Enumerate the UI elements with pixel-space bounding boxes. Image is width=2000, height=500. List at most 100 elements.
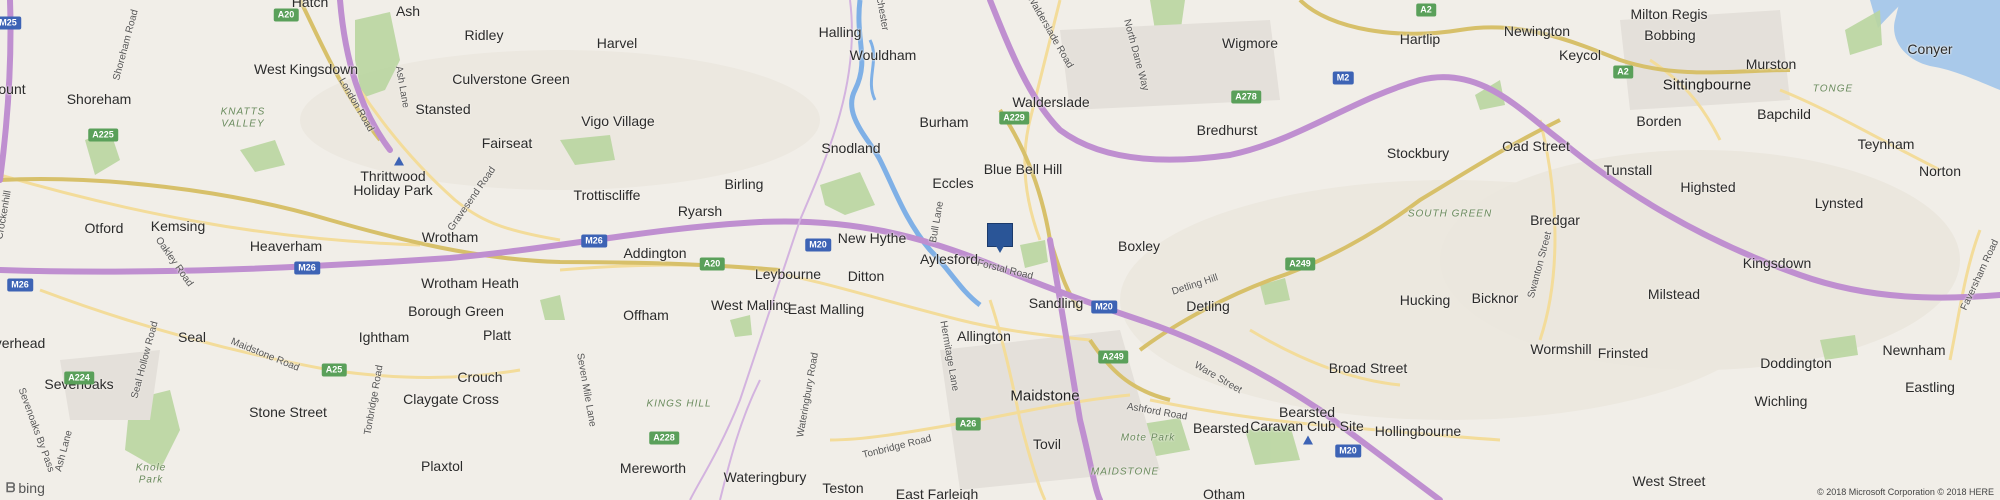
place-label[interactable]: Caravan Club Site bbox=[1250, 418, 1364, 434]
place-label[interactable]: Ryarsh bbox=[678, 203, 722, 219]
place-label[interactable]: Boxley bbox=[1118, 238, 1160, 254]
place-label[interactable]: Lynsted bbox=[1815, 195, 1864, 211]
place-label[interactable]: Wateringbury bbox=[724, 469, 807, 485]
place-label[interactable]: Milton Regis bbox=[1630, 6, 1707, 22]
place-label[interactable]: Newnham bbox=[1882, 342, 1945, 358]
place-label[interactable]: Wormshill bbox=[1530, 341, 1591, 357]
place-label[interactable]: Addington bbox=[623, 245, 686, 261]
place-label[interactable]: Milstead bbox=[1648, 286, 1700, 302]
place-label[interactable]: Aylesford bbox=[920, 251, 978, 267]
campsite-icon[interactable] bbox=[1303, 435, 1313, 445]
place-label[interactable]: West Malling bbox=[711, 297, 791, 313]
place-label[interactable]: Ightham bbox=[359, 329, 410, 345]
place-label[interactable]: Wichling bbox=[1755, 393, 1808, 409]
place-label[interactable]: Knole bbox=[136, 463, 167, 474]
place-label[interactable]: Walderslade bbox=[1012, 94, 1089, 110]
place-label[interactable]: Seal bbox=[178, 329, 206, 345]
place-label[interactable]: Wigmore bbox=[1222, 35, 1278, 51]
place-label[interactable]: verhead bbox=[0, 335, 45, 351]
place-label[interactable]: Otford bbox=[85, 220, 124, 236]
place-label[interactable]: Kingsdown bbox=[1743, 255, 1812, 271]
place-label[interactable]: KINGS HILL bbox=[646, 399, 711, 410]
place-label[interactable]: Keycol bbox=[1559, 47, 1601, 63]
map-canvas[interactable]: Hatch Ash Ridley Harvel West Kingsdown Culver… bbox=[0, 0, 2000, 500]
place-label[interactable]: Mote Park bbox=[1121, 433, 1176, 444]
place-label[interactable]: Vigo Village bbox=[581, 113, 654, 129]
place-label[interactable]: East Malling bbox=[788, 301, 864, 317]
place-label[interactable]: Stone Street bbox=[249, 404, 327, 420]
place-label[interactable]: Eccles bbox=[932, 175, 973, 191]
place-label[interactable]: West Kingsdown bbox=[254, 61, 358, 77]
place-label[interactable]: Oad Street bbox=[1502, 138, 1570, 154]
place-label[interactable]: Eastling bbox=[1905, 379, 1955, 395]
place-label[interactable]: Borden bbox=[1636, 113, 1681, 129]
place-label[interactable]: Kemsing bbox=[151, 218, 205, 234]
place-label[interactable]: Bicknor bbox=[1472, 290, 1519, 306]
place-label[interactable]: Murston bbox=[1746, 56, 1797, 72]
place-label[interactable]: Detling bbox=[1186, 298, 1230, 314]
place-label[interactable]: Doddington bbox=[1760, 355, 1832, 371]
place-label[interactable]: Holiday Park bbox=[353, 182, 432, 198]
place-label[interactable]: Burham bbox=[919, 114, 968, 130]
place-label[interactable]: VALLEY bbox=[221, 119, 264, 130]
place-label[interactable]: Wouldham bbox=[850, 47, 917, 63]
place-label[interactable]: Bobbing bbox=[1644, 27, 1695, 43]
place-label[interactable]: Norton bbox=[1919, 163, 1961, 179]
place-label[interactable]: Bearsted bbox=[1193, 420, 1249, 436]
place-label[interactable]: Teston bbox=[822, 480, 863, 496]
place-label[interactable]: Stockbury bbox=[1387, 145, 1449, 161]
place-label[interactable]: Claygate Cross bbox=[403, 391, 499, 407]
place-label[interactable]: Heaverham bbox=[250, 238, 322, 254]
place-label[interactable]: Fairseat bbox=[482, 135, 533, 151]
place-label[interactable]: Conyer bbox=[1907, 41, 1952, 57]
place-label[interactable]: Shoreham bbox=[67, 91, 132, 107]
place-label[interactable]: West Street bbox=[1633, 473, 1706, 489]
place-label[interactable]: Highsted bbox=[1680, 179, 1735, 195]
place-label[interactable]: Trottiscliffe bbox=[574, 187, 641, 203]
place-label[interactable]: ount bbox=[0, 81, 26, 97]
place-label[interactable]: Wrotham bbox=[422, 229, 479, 245]
place-label[interactable]: Frinsted bbox=[1598, 345, 1649, 361]
place-label[interactable]: Bapchild bbox=[1757, 106, 1811, 122]
place-label[interactable]: Platt bbox=[483, 327, 511, 343]
place-label[interactable]: Leybourne bbox=[755, 266, 821, 282]
place-label[interactable]: Broad Street bbox=[1329, 360, 1408, 376]
location-pin-marker[interactable] bbox=[987, 223, 1013, 253]
place-label[interactable]: Ridley bbox=[465, 27, 504, 43]
place-label[interactable]: MAIDSTONE bbox=[1091, 467, 1159, 478]
place-label[interactable]: Blue Bell Hill bbox=[984, 161, 1063, 177]
place-label[interactable]: Bredhurst bbox=[1197, 122, 1258, 138]
place-label[interactable]: Ditton bbox=[848, 268, 885, 284]
place-label[interactable]: TONGE bbox=[1813, 84, 1853, 95]
campsite-icon[interactable] bbox=[394, 156, 404, 166]
place-label[interactable]: Sittingbourne bbox=[1663, 77, 1751, 94]
place-label[interactable]: Newington bbox=[1504, 23, 1570, 39]
place-label[interactable]: Otham bbox=[1203, 486, 1245, 500]
place-label[interactable]: Halling bbox=[819, 24, 862, 40]
place-label[interactable]: Crouch bbox=[457, 369, 502, 385]
place-label[interactable]: Borough Green bbox=[408, 303, 504, 319]
place-label[interactable]: Tovil bbox=[1033, 436, 1061, 452]
place-label[interactable]: Culverstone Green bbox=[452, 71, 570, 87]
place-label[interactable]: Mereworth bbox=[620, 460, 686, 476]
place-label[interactable]: Snodland bbox=[821, 140, 880, 156]
place-label[interactable]: Plaxtol bbox=[421, 458, 463, 474]
place-label[interactable]: East Farleigh bbox=[896, 486, 978, 500]
place-label[interactable]: Ash bbox=[396, 3, 420, 19]
place-label[interactable]: Hollingbourne bbox=[1375, 423, 1461, 439]
place-label[interactable]: KNATTS bbox=[221, 107, 266, 118]
place-label[interactable]: Bredgar bbox=[1530, 212, 1580, 228]
place-label[interactable]: Hartlip bbox=[1400, 31, 1440, 47]
place-label[interactable]: Harvel bbox=[597, 35, 637, 51]
place-label[interactable]: Park bbox=[139, 475, 164, 486]
place-label[interactable]: New Hythe bbox=[838, 230, 906, 246]
place-label[interactable]: Tunstall bbox=[1604, 162, 1653, 178]
place-label[interactable]: Hucking bbox=[1400, 292, 1451, 308]
place-label[interactable]: Wrotham Heath bbox=[421, 275, 519, 291]
place-label[interactable]: Stansted bbox=[415, 101, 470, 117]
place-label[interactable]: Maidstone bbox=[1010, 388, 1079, 405]
place-label[interactable]: SOUTH GREEN bbox=[1408, 209, 1492, 220]
place-label[interactable]: Teynham bbox=[1858, 136, 1915, 152]
place-label[interactable]: Birling bbox=[725, 176, 764, 192]
place-label[interactable]: Allington bbox=[957, 328, 1011, 344]
